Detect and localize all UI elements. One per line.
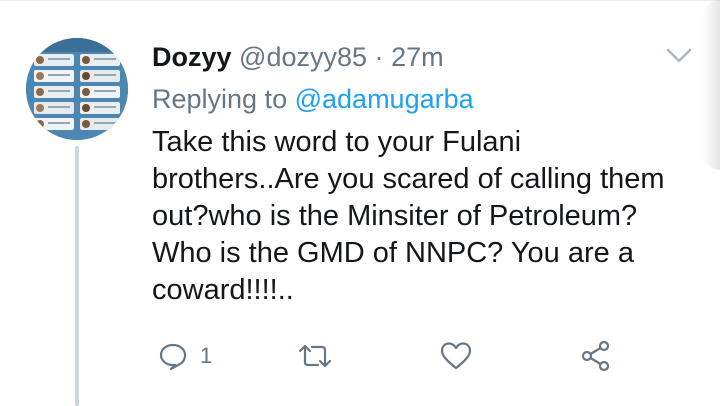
timestamp[interactable]: 27m xyxy=(391,42,444,72)
replying-to: Replying to @adamugarba xyxy=(152,82,474,116)
tweet-text-line: out?who is the Minsiter of Petroleum? xyxy=(152,200,638,232)
reply-count: 1 xyxy=(200,343,213,368)
like-icon xyxy=(440,341,472,371)
avatar[interactable] xyxy=(26,38,128,140)
user-handle[interactable]: @dozyy85 xyxy=(239,42,367,72)
replying-to-label: Replying to xyxy=(152,84,288,114)
like-button[interactable] xyxy=(440,336,472,376)
scroll-edge xyxy=(702,0,720,170)
tweet-text-line: Who is the GMD of NNPC? You are a xyxy=(152,237,634,269)
tweet-text: Take this word to your Fulani brothers..… xyxy=(152,124,692,309)
display-name[interactable]: Dozyy xyxy=(152,42,232,72)
tweet-reply-view: Dozyy @dozyy85 · 27m Replying to @adamug… xyxy=(0,0,720,406)
retweet-icon xyxy=(298,341,332,371)
replying-to-mention[interactable]: @adamugarba xyxy=(295,84,474,114)
retweet-button[interactable] xyxy=(298,336,332,376)
tweet-text-line: brothers..Are you scared of calling them xyxy=(152,163,665,195)
divider xyxy=(0,0,720,1)
share-button[interactable] xyxy=(580,336,612,376)
separator-dot: · xyxy=(374,42,384,72)
share-icon xyxy=(580,340,612,372)
thread-line xyxy=(75,146,79,406)
tweet-text-line: Take this word to your Fulani xyxy=(152,126,522,158)
chevron-down-icon[interactable] xyxy=(664,44,694,66)
reply-icon xyxy=(158,341,188,371)
tweet-text-line: coward!!!!.. xyxy=(152,274,294,306)
reply-button[interactable]: 1 xyxy=(158,336,212,376)
tweet-header: Dozyy @dozyy85 · 27m xyxy=(152,40,444,74)
